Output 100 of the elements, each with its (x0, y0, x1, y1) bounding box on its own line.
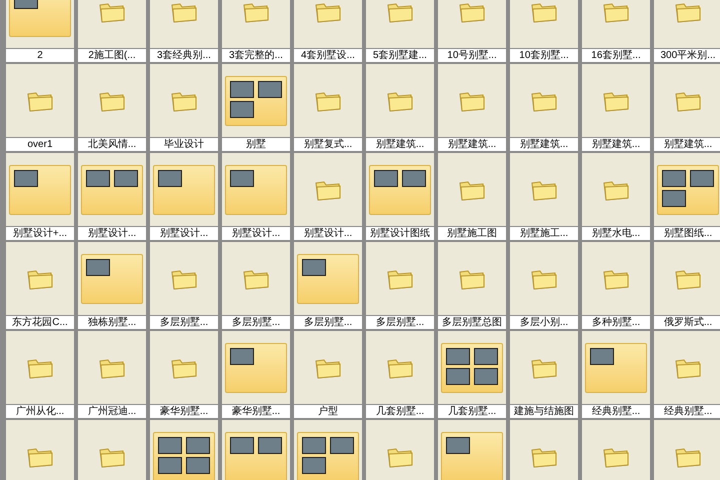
folder-tile[interactable] (438, 331, 506, 404)
folder-name: 别墅施工... (510, 227, 578, 240)
photo-placeholder (230, 436, 254, 454)
folder-tile[interactable] (582, 331, 650, 404)
folder-name: 北美风情... (78, 138, 146, 151)
folder-name: 俄罗斯式... (654, 316, 720, 329)
folder-name: 豪华别墅... (150, 405, 218, 418)
folder-tile[interactable] (78, 153, 146, 226)
photo-placeholder (230, 80, 254, 98)
folder-tile[interactable] (654, 420, 720, 480)
folder-name: 多层别墅... (294, 316, 362, 329)
folder-tile[interactable] (366, 420, 434, 480)
photo-placeholder (158, 436, 182, 454)
folder-tile[interactable] (78, 64, 146, 137)
folder-tile[interactable] (510, 242, 578, 315)
folder-tile[interactable] (78, 242, 146, 315)
photo-placeholder (86, 258, 110, 276)
folder-tile[interactable] (582, 420, 650, 480)
folder-name: 别墅水电... (582, 227, 650, 240)
folder-name: 独栋别墅... (78, 316, 146, 329)
photo-placeholder (662, 190, 686, 206)
folder-tile[interactable] (294, 420, 362, 480)
folder-name: 经典别墅... (654, 405, 720, 418)
folder-tile[interactable] (366, 64, 434, 137)
photo-placeholder (690, 170, 714, 186)
folder-tile[interactable] (294, 242, 362, 315)
folder-tile[interactable] (294, 153, 362, 226)
folder-tile[interactable] (150, 153, 218, 226)
folder-name: 2 (6, 49, 74, 62)
folder-tile[interactable] (582, 64, 650, 137)
folder-tile[interactable] (6, 64, 74, 137)
folder-tile[interactable] (510, 153, 578, 226)
photo-placeholder (330, 436, 354, 454)
folder-name: 豪华别墅... (222, 405, 290, 418)
folder-tile[interactable] (6, 153, 74, 226)
folder-tile[interactable] (654, 64, 720, 137)
folder-tile[interactable] (150, 331, 218, 404)
folder-tile[interactable] (582, 242, 650, 315)
folder-name: 别墅设计... (222, 227, 290, 240)
folder-tile[interactable] (78, 420, 146, 480)
photo-placeholder (446, 436, 470, 454)
folder-tile[interactable] (6, 242, 74, 315)
folder-name: 多种别墅... (582, 316, 650, 329)
folder-name: 广州从化... (6, 405, 74, 418)
folder-name: 经典别墅... (582, 405, 650, 418)
folder-tile[interactable] (438, 64, 506, 137)
photo-placeholder (374, 170, 398, 186)
folder-name: 3套经典别... (150, 49, 218, 62)
folder-name: 多层别墅... (366, 316, 434, 329)
folder-tile[interactable] (222, 242, 290, 315)
folder-tile[interactable] (510, 64, 578, 137)
folder-name: 几套别墅... (438, 405, 506, 418)
folder-tile[interactable] (78, 331, 146, 404)
folder-tile[interactable] (150, 64, 218, 137)
folder-name: 别墅设计... (150, 227, 218, 240)
folder-tile[interactable] (582, 153, 650, 226)
folder-tile[interactable] (150, 242, 218, 315)
folder-tile[interactable] (510, 331, 578, 404)
folder-tile[interactable] (222, 331, 290, 404)
photo-placeholder (186, 456, 210, 474)
folder-tile[interactable] (510, 420, 578, 480)
folder-name: 300平米别... (654, 49, 720, 62)
folder-tile[interactable] (6, 331, 74, 404)
photo-placeholder (158, 456, 182, 474)
folder-tile[interactable] (438, 153, 506, 226)
folder-tile[interactable] (366, 331, 434, 404)
photo-placeholder (14, 170, 38, 186)
photo-placeholder (590, 348, 614, 364)
folder-tile[interactable] (150, 420, 218, 480)
folder-name: 东方花园C... (6, 316, 74, 329)
folder-name: 别墅设计... (294, 227, 362, 240)
folder-tile[interactable] (222, 64, 290, 137)
folder-name: 别墅建筑... (654, 138, 720, 151)
folder-tile[interactable] (6, 420, 74, 480)
folder-name: 别墅建筑... (438, 138, 506, 151)
folder-name: 3套完整的... (222, 49, 290, 62)
folder-name: 别墅设计图纸 (366, 227, 434, 240)
folder-name: 10套别墅... (510, 49, 578, 62)
folder-name: 10号别墅... (438, 49, 506, 62)
folder-name: 几套别墅... (366, 405, 434, 418)
folder-tile[interactable] (366, 153, 434, 226)
folder-tile[interactable] (294, 64, 362, 137)
folder-name: 多层小别... (510, 316, 578, 329)
photo-placeholder (186, 436, 210, 454)
folder-tile[interactable] (654, 242, 720, 315)
photo-placeholder (230, 348, 254, 364)
folder-tile[interactable] (294, 331, 362, 404)
folder-tile[interactable] (222, 420, 290, 480)
folder-tile[interactable] (366, 242, 434, 315)
folder-tile[interactable] (654, 153, 720, 226)
folder-tile[interactable] (654, 331, 720, 404)
photo-placeholder (302, 258, 326, 276)
photo-placeholder (446, 368, 470, 384)
folder-tile[interactable] (222, 153, 290, 226)
folder-name: 多层别墅... (150, 316, 218, 329)
folder-tile[interactable] (438, 420, 506, 480)
folder-name: 别墅 (222, 138, 290, 151)
photo-placeholder (114, 170, 138, 186)
folder-tile[interactable] (438, 242, 506, 315)
photo-placeholder (258, 80, 282, 98)
